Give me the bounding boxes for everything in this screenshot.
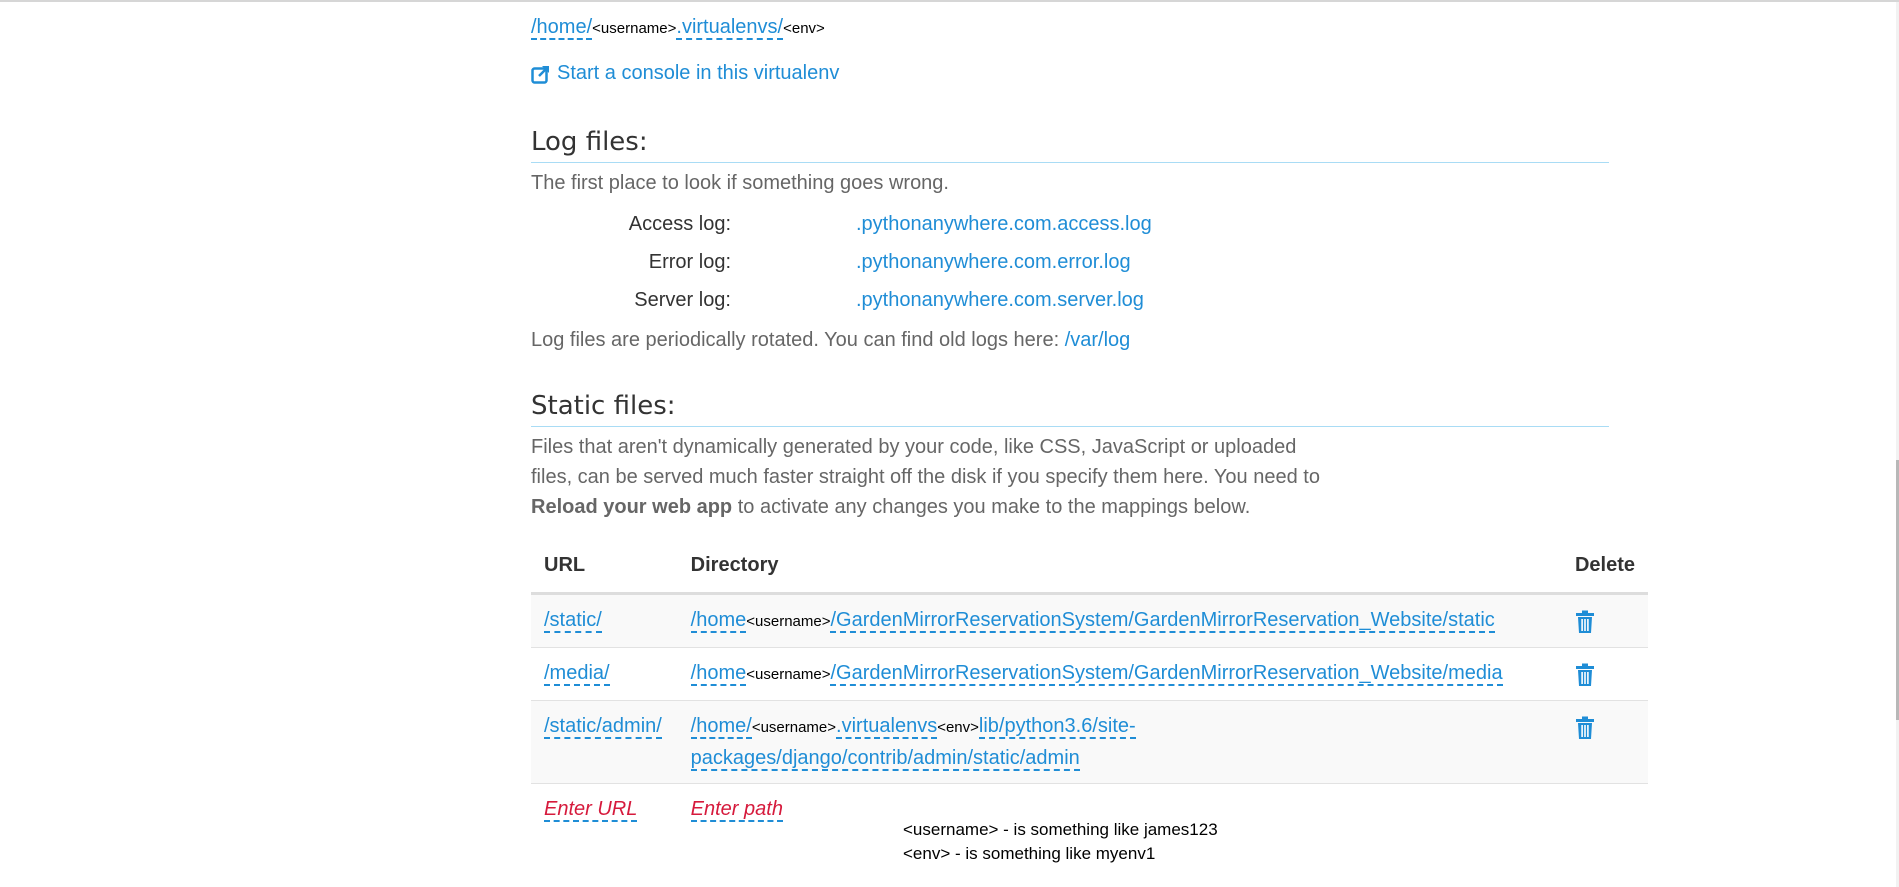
server-log-label: Server log: [634,289,731,311]
error-log-link[interactable]: .pythonanywhere.com.error.log [856,251,1131,274]
path-virtualenvs-link[interactable]: .virtualenvs/ [676,16,784,40]
dir-home-link[interactable]: /home [690,662,747,686]
url-static-link[interactable]: /static/ [544,609,602,633]
dir-home-link[interactable]: /home [690,609,747,633]
enter-path-field[interactable]: Enter path [690,798,783,822]
log-files-intro: The first place to look if something goe… [531,172,949,194]
env-annotation: <env> [783,20,825,37]
table-row: /static/ /home<username>/GardenMirrorRes… [531,593,1648,648]
directory-cell: /home/<username>.virtualenvs<env>lib/pyt… [677,700,1562,784]
top-border [0,0,1899,2]
env-annotation: <env> [937,719,979,736]
table-row: /media/ /home<username>/GardenMirrorRese… [531,647,1648,701]
table-row: /static/admin/ /home/<username>.virtuale… [531,700,1648,784]
dir-line-2: packages/django/contrib/admin/static/adm… [690,743,1549,773]
dir-path-link[interactable]: /GardenMirrorReservationSystem/GardenMir… [830,662,1503,686]
username-annotation: <username> [746,613,831,630]
static-files-title: Static files: [531,391,1609,427]
access-log-row: Access log: .pythonanywhere.com.access.l… [531,213,1331,243]
access-log-link[interactable]: .pythonanywhere.com.access.log [856,213,1152,236]
start-console-label: Start a console in this virtualenv [557,62,840,84]
dir-path-link-continued[interactable]: packages/django/contrib/admin/static/adm… [690,747,1080,771]
access-log-label: Access log: [628,213,731,235]
delete-cell [1561,647,1648,701]
trash-icon[interactable] [1575,610,1595,634]
dir-virtualenvs-link[interactable]: .virtualenvs [836,715,938,739]
url-static-admin-link[interactable]: /static/admin/ [544,715,662,739]
trash-icon[interactable] [1575,716,1595,740]
table-header-row: URL Directory Delete [531,538,1648,595]
static-files-description: Files that aren't dynamically generated … [531,432,1320,522]
log-files-title: Log files: [531,127,1609,163]
delete-cell [1561,700,1648,784]
directory-cell: /home<username>/GardenMirrorReservationS… [677,593,1562,648]
var-log-link[interactable]: /var/log [1065,329,1131,351]
enter-url-field[interactable]: Enter URL [544,798,638,822]
dir-line-1: /home/<username>.virtualenvs<env>lib/pyt… [690,711,1549,743]
username-annotation: <username> [592,20,677,37]
logs-rotated-note: Log files are periodically rotated. You … [531,325,1130,355]
url-cell: /static/ [531,593,678,648]
external-link-icon [531,65,549,84]
reload-web-app-text: Reload your web app [531,496,733,518]
enter-url-cell: Enter URL [531,783,678,834]
server-log-link[interactable]: .pythonanywhere.com.server.log [856,289,1144,312]
static-desc-line-3: Reload your web app to activate any chan… [531,492,1320,522]
error-log-row: Error log: .pythonanywhere.com.error.log [531,251,1331,281]
path-home-link[interactable]: /home/ [531,16,593,40]
url-cell: /media/ [531,647,678,701]
dir-home-link[interactable]: /home/ [690,715,752,739]
dir-path-link[interactable]: lib/python3.6/site- [978,715,1136,739]
directory-column-header: Directory [677,538,1562,595]
empty-delete-cell [1561,783,1648,834]
static-desc-line-1: Files that aren't dynamically generated … [531,436,1297,458]
url-cell: /static/admin/ [531,700,678,784]
static-files-table: URL Directory Delete /static/ /home<user… [531,538,1648,834]
server-log-row: Server log: .pythonanywhere.com.server.l… [531,289,1331,319]
username-note: <username> - is something like james123 [903,820,1218,839]
url-media-link[interactable]: /media/ [544,662,610,686]
directory-cell: /home<username>/GardenMirrorReservationS… [677,647,1562,701]
start-console-link[interactable]: Start a console in this virtualenv [531,62,839,85]
delete-cell [1561,593,1648,648]
static-desc-line-2: files, can be served much faster straigh… [531,466,1320,488]
placeholder-note: <username> - is something like james123 … [903,818,1218,866]
env-note: <env> - is something like myenv1 [903,844,1156,863]
trash-icon[interactable] [1575,663,1595,687]
virtualenv-path: /home/<username>.virtualenvs/<env> [531,16,825,40]
static-desc-line-3-rest: to activate any changes you make to the … [737,496,1251,518]
logs-rotated-text: Log files are periodically rotated. You … [531,329,1060,351]
dir-path-link[interactable]: /GardenMirrorReservationSystem/GardenMir… [830,609,1495,633]
error-log-label: Error log: [648,251,731,273]
username-annotation: <username> [746,666,831,683]
delete-column-header: Delete [1561,538,1648,595]
url-column-header: URL [531,538,678,595]
username-annotation: <username> [751,719,837,736]
